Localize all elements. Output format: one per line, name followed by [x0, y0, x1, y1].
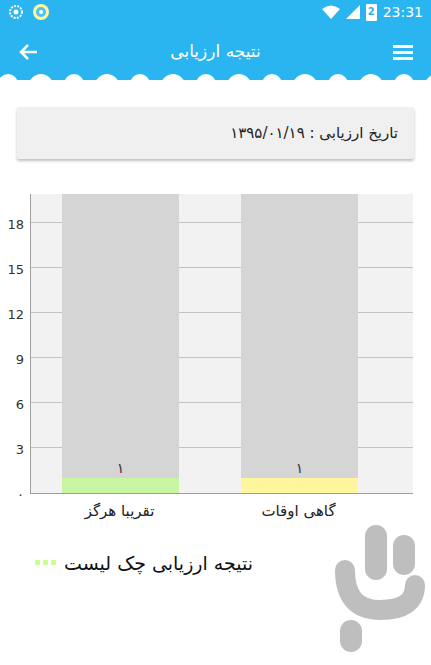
- wifi-icon: [322, 5, 340, 19]
- store-logo-icon: [335, 525, 425, 655]
- x-tick-label: گاهی اوقات: [240, 500, 357, 523]
- bar-value-label: ۱: [241, 461, 358, 475]
- y-tick-label: 3: [16, 443, 24, 456]
- bar-value-label: ۱: [62, 461, 179, 475]
- app-notification-icon: [32, 3, 50, 21]
- bar-chart: 181512963۰۱۱: [0, 194, 431, 494]
- cloud-edge: [0, 72, 431, 88]
- date-text: تاریخ ارزیابی : ۱۳۹۵/۰۱/۱۹: [230, 122, 398, 145]
- battery-icon: 2: [366, 4, 377, 21]
- status-bar: 2 23:31: [0, 0, 431, 24]
- bar: [62, 478, 179, 493]
- y-tick-label: 18: [7, 218, 24, 231]
- x-axis: تقریبا هرگز گاهی اوقات: [0, 500, 431, 523]
- hamburger-icon: [393, 44, 413, 60]
- legend: نتیجه ارزیابی چک لیست: [35, 549, 431, 578]
- app-title: نتیجه ارزیابی: [170, 39, 260, 65]
- signal-icon: [346, 5, 360, 19]
- date-card: تاریخ ارزیابی : ۱۳۹۵/۰۱/۱۹: [17, 107, 414, 159]
- legend-dot: [35, 560, 40, 565]
- status-left: [8, 3, 50, 21]
- bar-track: ۱: [241, 194, 358, 493]
- y-tick-label: ۰: [17, 488, 24, 501]
- back-button[interactable]: [14, 38, 42, 66]
- legend-dot: [51, 560, 56, 565]
- app-bar: نتیجه ارزیابی: [0, 24, 431, 80]
- legend-marker: [35, 560, 56, 565]
- bar-track: ۱: [62, 194, 179, 493]
- plot-area: ۱۱: [30, 194, 413, 494]
- y-tick-label: 12: [7, 308, 24, 321]
- bar: [241, 478, 358, 493]
- status-right: 2 23:31: [322, 4, 423, 21]
- y-tick-label: 9: [16, 353, 24, 366]
- y-axis: 181512963۰: [0, 194, 30, 494]
- y-tick-label: 6: [16, 398, 24, 411]
- legend-dot: [43, 560, 48, 565]
- legend-label: نتیجه ارزیابی چک لیست: [64, 549, 253, 578]
- gear-icon: [8, 4, 24, 20]
- menu-button[interactable]: [389, 38, 417, 66]
- y-tick-label: 15: [7, 263, 24, 276]
- x-tick-label: تقریبا هرگز: [61, 500, 178, 523]
- back-arrow-icon: [18, 43, 38, 61]
- clock: 23:31: [383, 5, 423, 19]
- bars-row: ۱۱: [31, 194, 413, 493]
